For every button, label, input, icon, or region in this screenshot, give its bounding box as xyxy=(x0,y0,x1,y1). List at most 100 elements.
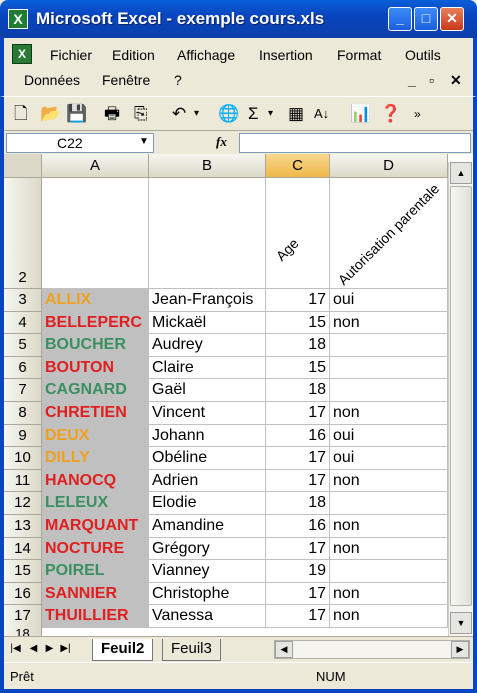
cell-nom[interactable]: HANOCQ xyxy=(42,469,149,493)
fx-icon[interactable]: fx xyxy=(216,134,227,150)
row-header[interactable]: 6 xyxy=(4,356,42,380)
cell-age[interactable]: 15 xyxy=(266,356,330,380)
copy-icon[interactable]: ⎘ xyxy=(134,103,148,125)
scroll-left-icon[interactable]: ◀ xyxy=(275,641,293,658)
print-icon[interactable]: 🖶 xyxy=(104,103,120,125)
cell-nom[interactable]: LELEUX xyxy=(42,492,149,515)
row-header[interactable]: 2 xyxy=(4,178,42,289)
cell-nom[interactable]: NOCTURE xyxy=(42,537,149,561)
cell-age[interactable]: 17 xyxy=(266,469,330,493)
cell[interactable] xyxy=(42,178,149,289)
cell-autorisation[interactable]: non xyxy=(330,605,448,628)
cell-prenom[interactable]: Christophe xyxy=(149,582,266,606)
excel-icon[interactable]: X xyxy=(8,9,28,29)
cell-age[interactable]: 16 xyxy=(266,515,330,538)
row-header[interactable]: 8 xyxy=(4,402,42,425)
formula-input[interactable] xyxy=(239,133,471,153)
row-header[interactable]: 7 xyxy=(4,379,42,402)
cell-prenom[interactable]: Grégory xyxy=(149,537,266,561)
cell-age[interactable]: 17 xyxy=(266,537,330,561)
cell-nom[interactable]: MARQUANT xyxy=(42,515,149,538)
cell-autorisation[interactable]: non xyxy=(330,537,448,561)
cell-age[interactable]: 19 xyxy=(266,560,330,583)
row-header[interactable]: 9 xyxy=(4,424,42,448)
tab-feuil2[interactable]: Feuil2 xyxy=(92,639,154,661)
row-header[interactable]: 18 xyxy=(4,627,42,636)
doc-close-icon[interactable]: ✕ xyxy=(450,72,462,89)
row-header[interactable]: 12 xyxy=(4,492,42,515)
dropdown-icon[interactable]: ▾ xyxy=(268,103,273,125)
cell-prenom[interactable]: Vianney xyxy=(149,560,266,583)
cell-prenom[interactable]: Obéline xyxy=(149,447,266,470)
cell-autorisation[interactable] xyxy=(330,334,448,357)
cell-autorisation[interactable] xyxy=(330,379,448,402)
row-header[interactable]: 10 xyxy=(4,447,42,470)
chevron-down-icon[interactable]: ▼ xyxy=(134,133,154,153)
column-header-d[interactable]: D xyxy=(330,154,448,178)
help-icon[interactable]: ❓ xyxy=(380,103,401,125)
horizontal-scrollbar[interactable]: ◀ ▶ xyxy=(274,640,470,659)
cell-autorisation[interactable]: non xyxy=(330,582,448,606)
maximize-button[interactable]: □ xyxy=(414,7,438,31)
row-header[interactable]: 16 xyxy=(4,582,42,606)
cell-nom[interactable]: CAGNARD xyxy=(42,379,149,402)
row-header[interactable]: 15 xyxy=(4,560,42,583)
save-icon[interactable]: 💾 xyxy=(66,103,87,125)
cell-prenom[interactable]: Johann xyxy=(149,424,266,448)
cell-age[interactable]: 18 xyxy=(266,334,330,357)
cell-prenom[interactable]: Claire xyxy=(149,356,266,380)
cell[interactable]: Autorisation parentale xyxy=(330,178,448,289)
cell-prenom[interactable]: Jean-François xyxy=(149,289,266,312)
scroll-right-icon[interactable]: ▶ xyxy=(451,641,469,658)
cell-nom[interactable]: SANNIER xyxy=(42,582,149,606)
close-button[interactable]: ✕ xyxy=(440,7,464,31)
select-all-corner[interactable] xyxy=(4,154,42,178)
cell-nom[interactable]: POIREL xyxy=(42,560,149,583)
cell-nom[interactable]: DILLY xyxy=(42,447,149,470)
scroll-thumb[interactable] xyxy=(450,186,472,606)
menu-edition[interactable]: Edition xyxy=(112,47,155,63)
cell-age[interactable]: 17 xyxy=(266,289,330,312)
cell-age[interactable]: 16 xyxy=(266,424,330,448)
scroll-up-icon[interactable]: ▲ xyxy=(450,162,472,184)
cell-prenom[interactable]: Gaël xyxy=(149,379,266,402)
row-header[interactable]: 13 xyxy=(4,515,42,538)
cell-prenom[interactable]: Elodie xyxy=(149,492,266,515)
cell-prenom[interactable]: Vincent xyxy=(149,402,266,425)
row-header[interactable]: 14 xyxy=(4,537,42,561)
workbook-icon[interactable]: X xyxy=(12,44,32,64)
cell-autorisation[interactable] xyxy=(330,560,448,583)
sum-icon[interactable]: Σ xyxy=(248,103,259,125)
first-sheet-icon[interactable]: |◀ xyxy=(8,641,23,657)
cell-autorisation[interactable]: oui xyxy=(330,447,448,470)
cell-autorisation[interactable]: oui xyxy=(330,289,448,312)
cell[interactable] xyxy=(149,178,266,289)
doc-restore-icon[interactable]: ▫ xyxy=(429,72,434,88)
web-icon[interactable]: 🌐 xyxy=(218,103,239,125)
menu-donnees[interactable]: Données xyxy=(24,72,80,88)
next-sheet-icon[interactable]: ▶ xyxy=(42,641,57,657)
spreadsheet-grid[interactable]: A B C D 2 Age Autorisation parentale 3 AL… xyxy=(4,154,473,636)
minimize-button[interactable]: _ xyxy=(388,7,412,31)
cell-nom[interactable]: DEUX xyxy=(42,424,149,448)
cell-prenom[interactable]: Audrey xyxy=(149,334,266,357)
cell[interactable]: Age xyxy=(266,178,330,289)
cell-nom[interactable]: THUILLIER xyxy=(42,605,149,628)
prev-sheet-icon[interactable]: ◀ xyxy=(26,641,41,657)
column-header-b[interactable]: B xyxy=(149,154,266,178)
scroll-down-icon[interactable]: ▼ xyxy=(450,612,472,634)
open-icon[interactable]: 📂 xyxy=(40,103,61,125)
cell-autorisation[interactable]: non xyxy=(330,311,448,335)
tab-feuil3[interactable]: Feuil3 xyxy=(162,639,221,661)
cell-age[interactable]: 18 xyxy=(266,492,330,515)
menu-fenetre[interactable]: Fenêtre xyxy=(102,72,150,88)
cell-nom[interactable]: BOUTON xyxy=(42,356,149,380)
row-header[interactable]: 17 xyxy=(4,605,42,628)
cell-prenom[interactable]: Vanessa xyxy=(149,605,266,628)
cell-nom[interactable]: BELLEPERC xyxy=(42,311,149,335)
cell-autorisation[interactable]: non xyxy=(330,469,448,493)
doc-minimize-icon[interactable]: _ xyxy=(408,72,416,88)
cell-age[interactable]: 18 xyxy=(266,379,330,402)
dropdown-icon[interactable]: ▾ xyxy=(194,103,199,125)
sort-icon[interactable]: A↓ xyxy=(314,103,329,125)
